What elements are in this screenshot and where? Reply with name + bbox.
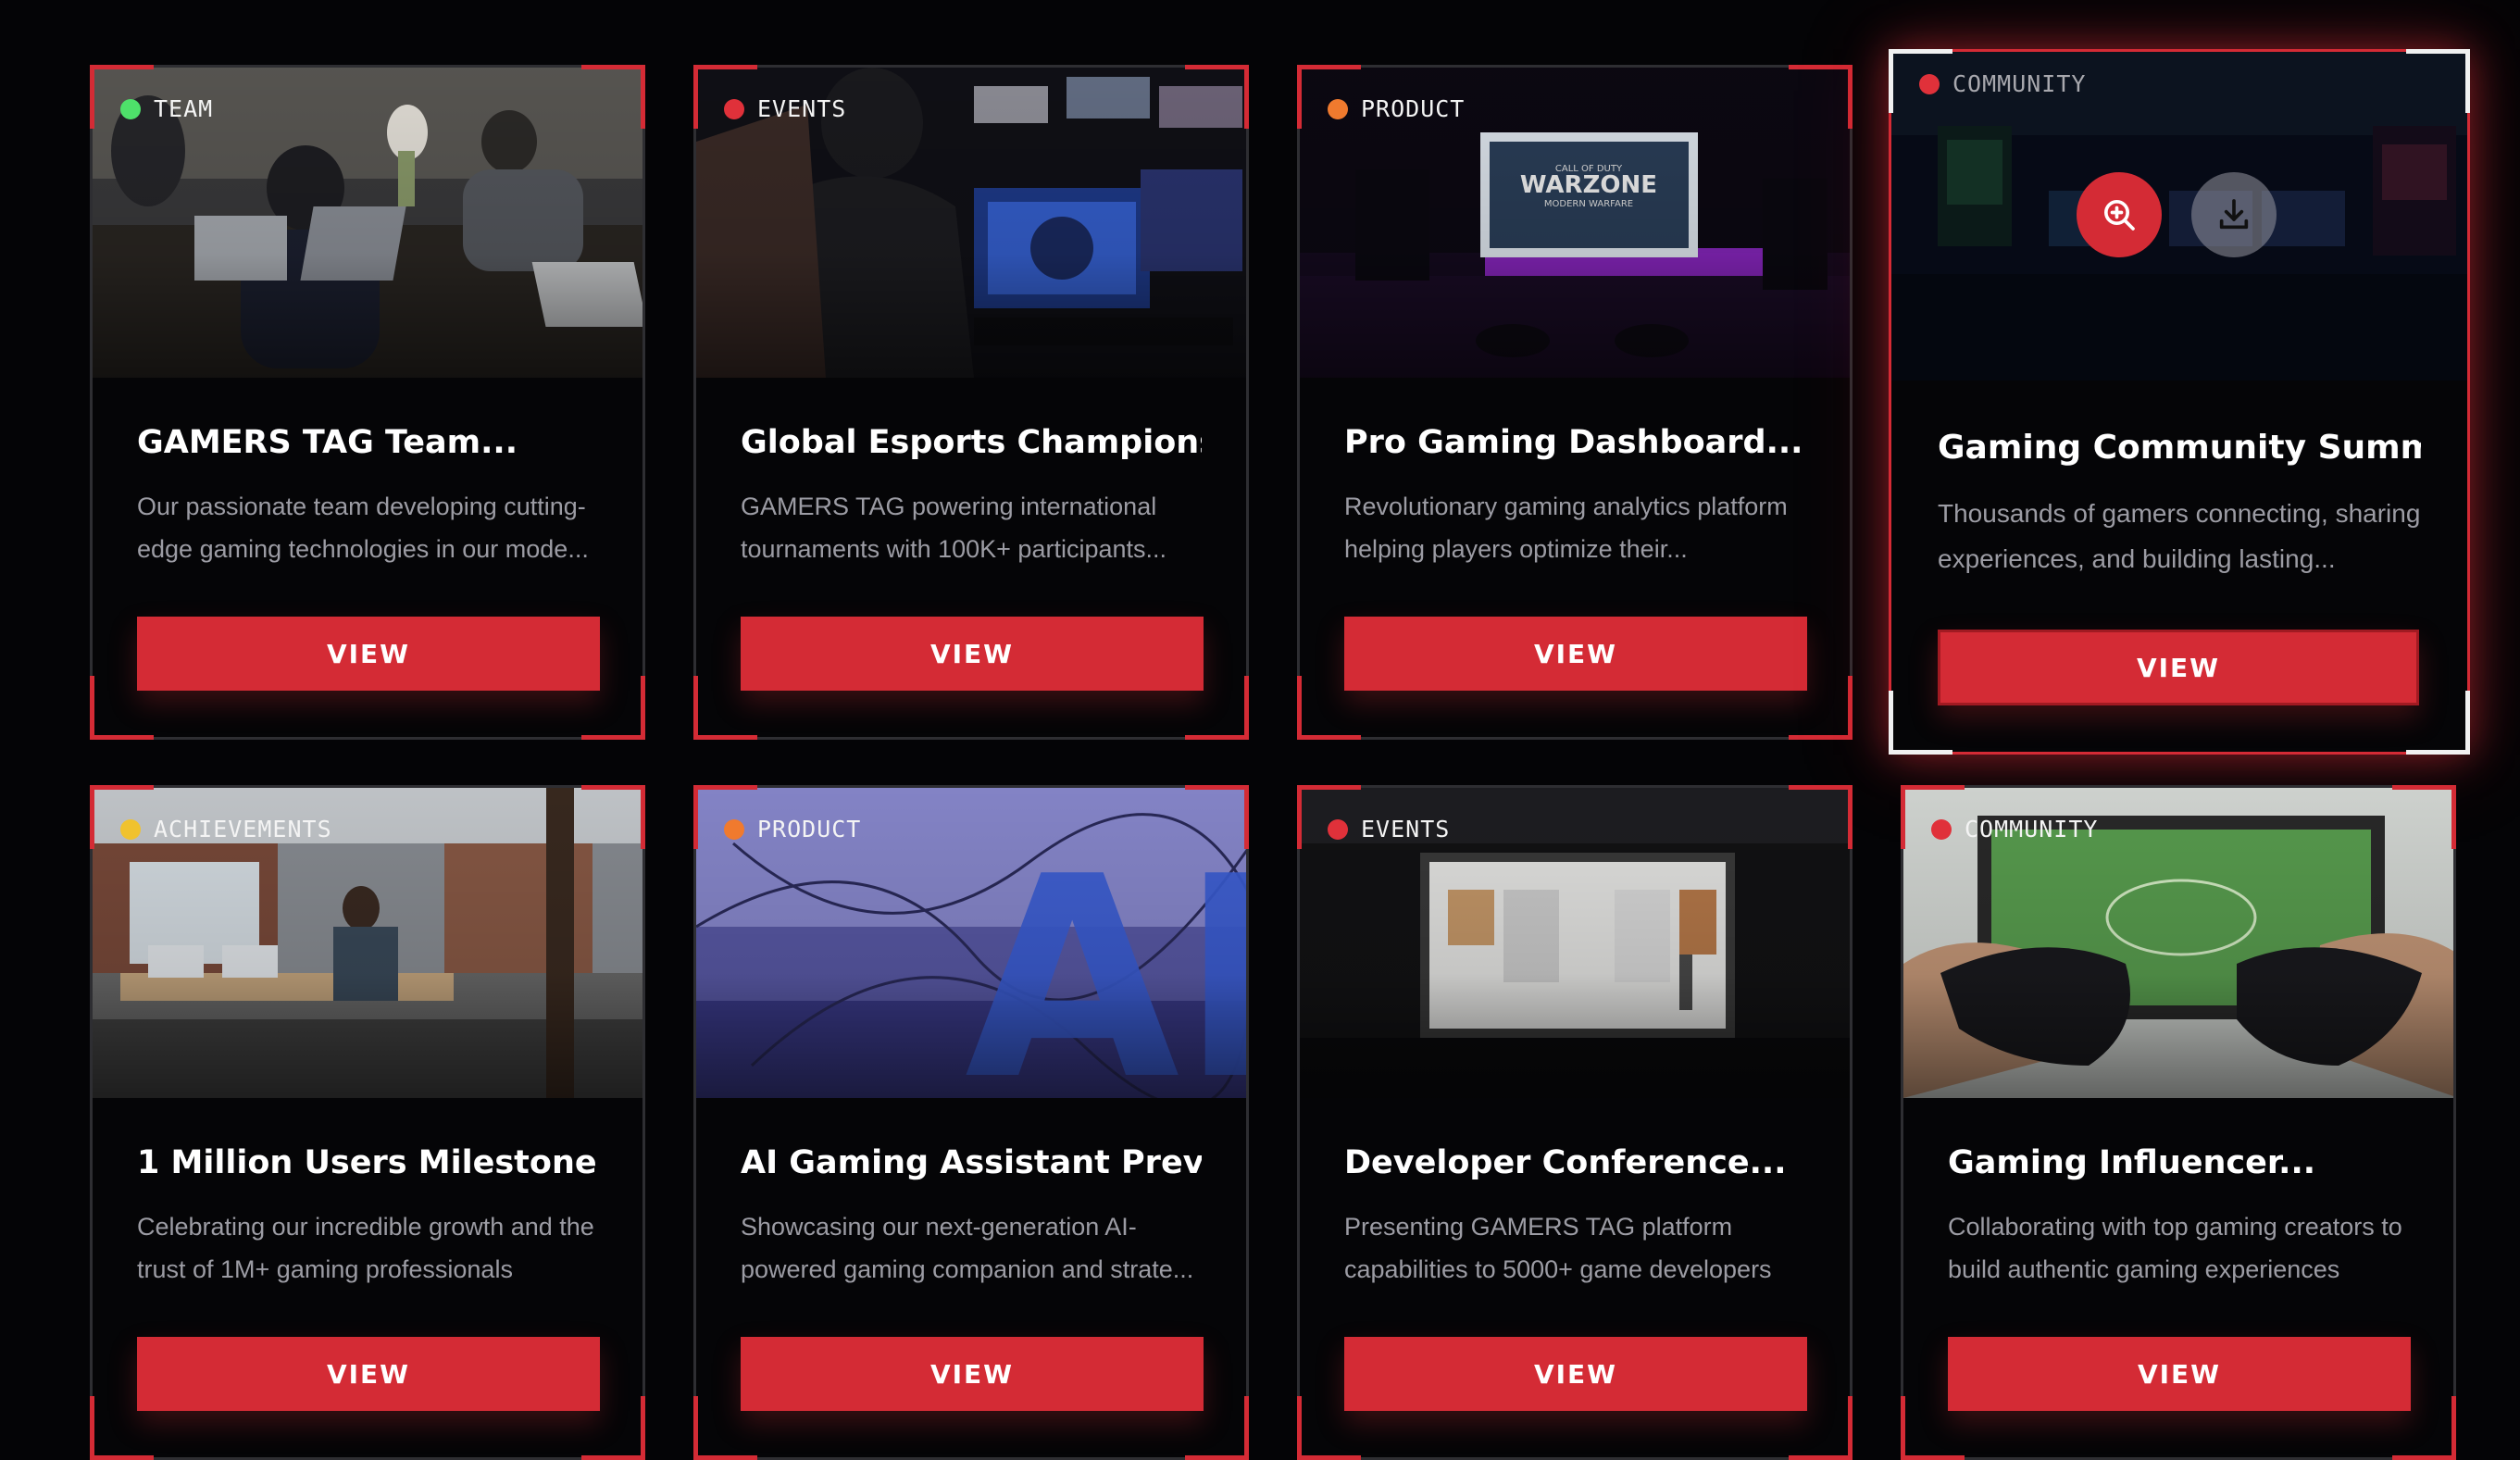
download-button[interactable]	[2191, 172, 2277, 257]
view-button[interactable]: VIEW	[137, 617, 600, 691]
card-image[interactable]: WARZONE CALL OF DUTY MODERN WARFARE PROD…	[1300, 68, 1850, 378]
gallery-grid: TEAM GAMERS TAG Team... Our passionate t…	[0, 0, 2520, 1460]
view-button[interactable]: VIEW	[1344, 1337, 1807, 1411]
image-actions	[2077, 172, 2277, 257]
category-dot	[1328, 818, 1348, 840]
card-description: Showcasing our next-generation AI-powere…	[741, 1213, 1194, 1283]
category-dot	[120, 98, 141, 119]
card-title: Gaming Community Summit	[1938, 429, 2421, 467]
card-title: GAMERS TAG Team...	[137, 424, 518, 461]
category-label: EVENTS	[757, 95, 847, 122]
category-badge: COMMUNITY	[1919, 70, 2086, 97]
category-dot	[1931, 818, 1952, 840]
card-title: Global Esports Championship	[741, 424, 1202, 461]
category-label: ACHIEVEMENTS	[154, 816, 332, 842]
card-image[interactable]: TEAM	[93, 68, 642, 378]
category-dot	[724, 98, 744, 119]
gallery-card[interactable]: AI PRODUCT AI Gaming Assistant Preview S…	[693, 785, 1249, 1460]
card-image[interactable]: COMMUNITY	[1903, 788, 2453, 1098]
card-title: AI Gaming Assistant Preview	[741, 1144, 1202, 1181]
gallery-card[interactable]: ACHIEVEMENTS 1 Million Users Milestone C…	[90, 785, 645, 1460]
card-description: GAMERS TAG powering international tourna…	[741, 493, 1167, 563]
view-button[interactable]: VIEW	[1344, 617, 1807, 691]
card-image[interactable]: EVENTS	[1300, 788, 1850, 1098]
view-button[interactable]: VIEW	[1948, 1337, 2411, 1411]
gallery-card[interactable]: COMMUNITY Gaming Influencer... Collabora…	[1901, 785, 2456, 1460]
category-badge: EVENTS	[724, 95, 846, 122]
gallery-card[interactable]: TEAM GAMERS TAG Team... Our passionate t…	[90, 65, 645, 740]
category-label: EVENTS	[1361, 816, 1451, 842]
category-dot	[724, 818, 744, 840]
category-label: PRODUCT	[1361, 95, 1466, 122]
view-button[interactable]: VIEW	[1938, 630, 2419, 705]
view-button[interactable]: VIEW	[741, 1337, 1204, 1411]
zoom-in-icon	[2104, 200, 2135, 231]
card-description: Celebrating our incredible growth and th…	[137, 1213, 594, 1283]
zoom-in-button[interactable]	[2077, 172, 2162, 257]
category-badge: COMMUNITY	[1931, 816, 2098, 842]
gallery-card[interactable]: EVENTS Developer Conference... Presentin…	[1297, 785, 1853, 1460]
category-badge: ACHIEVEMENTS	[120, 816, 332, 842]
card-description: Thousands of gamers connecting, sharing …	[1938, 499, 2421, 573]
gallery-card[interactable]: EVENTS Global Esports Championship GAMER…	[693, 65, 1249, 740]
category-label: PRODUCT	[757, 816, 862, 842]
gallery-card[interactable]: WARZONE CALL OF DUTY MODERN WARFARE PROD…	[1297, 65, 1853, 740]
category-dot	[1919, 73, 1940, 94]
category-badge: EVENTS	[1328, 816, 1450, 842]
card-image[interactable]: EVENTS	[696, 68, 1246, 378]
category-badge: TEAM	[120, 95, 213, 122]
category-dot	[120, 818, 141, 840]
card-title: 1 Million Users Milestone	[137, 1144, 597, 1181]
download-icon	[2219, 199, 2249, 230]
category-label: COMMUNITY	[1965, 816, 2099, 842]
card-title: Pro Gaming Dashboard...	[1344, 424, 1803, 461]
category-badge: PRODUCT	[724, 816, 861, 842]
card-title: Gaming Influencer...	[1948, 1144, 2316, 1181]
card-description: Collaborating with top gaming creators t…	[1948, 1213, 2402, 1283]
gallery-card-active[interactable]: COMMUNITY Gaming Community Summit Thousa…	[1889, 49, 2470, 755]
card-title: Developer Conference...	[1344, 1144, 1787, 1181]
category-label: TEAM	[154, 95, 214, 122]
view-button[interactable]: VIEW	[137, 1337, 600, 1411]
category-badge: PRODUCT	[1328, 95, 1465, 122]
view-button[interactable]: VIEW	[741, 617, 1204, 691]
category-dot	[1328, 98, 1348, 119]
card-image[interactable]: COMMUNITY	[1891, 52, 2467, 381]
card-description: Presenting GAMERS TAG platform capabilit…	[1344, 1213, 1772, 1283]
card-image[interactable]: ACHIEVEMENTS	[93, 788, 642, 1098]
card-description: Our passionate team developing cutting-e…	[137, 493, 589, 563]
category-label: COMMUNITY	[1952, 70, 2087, 97]
card-description: Revolutionary gaming analytics platform …	[1344, 493, 1788, 563]
card-image[interactable]: AI PRODUCT	[696, 788, 1246, 1098]
